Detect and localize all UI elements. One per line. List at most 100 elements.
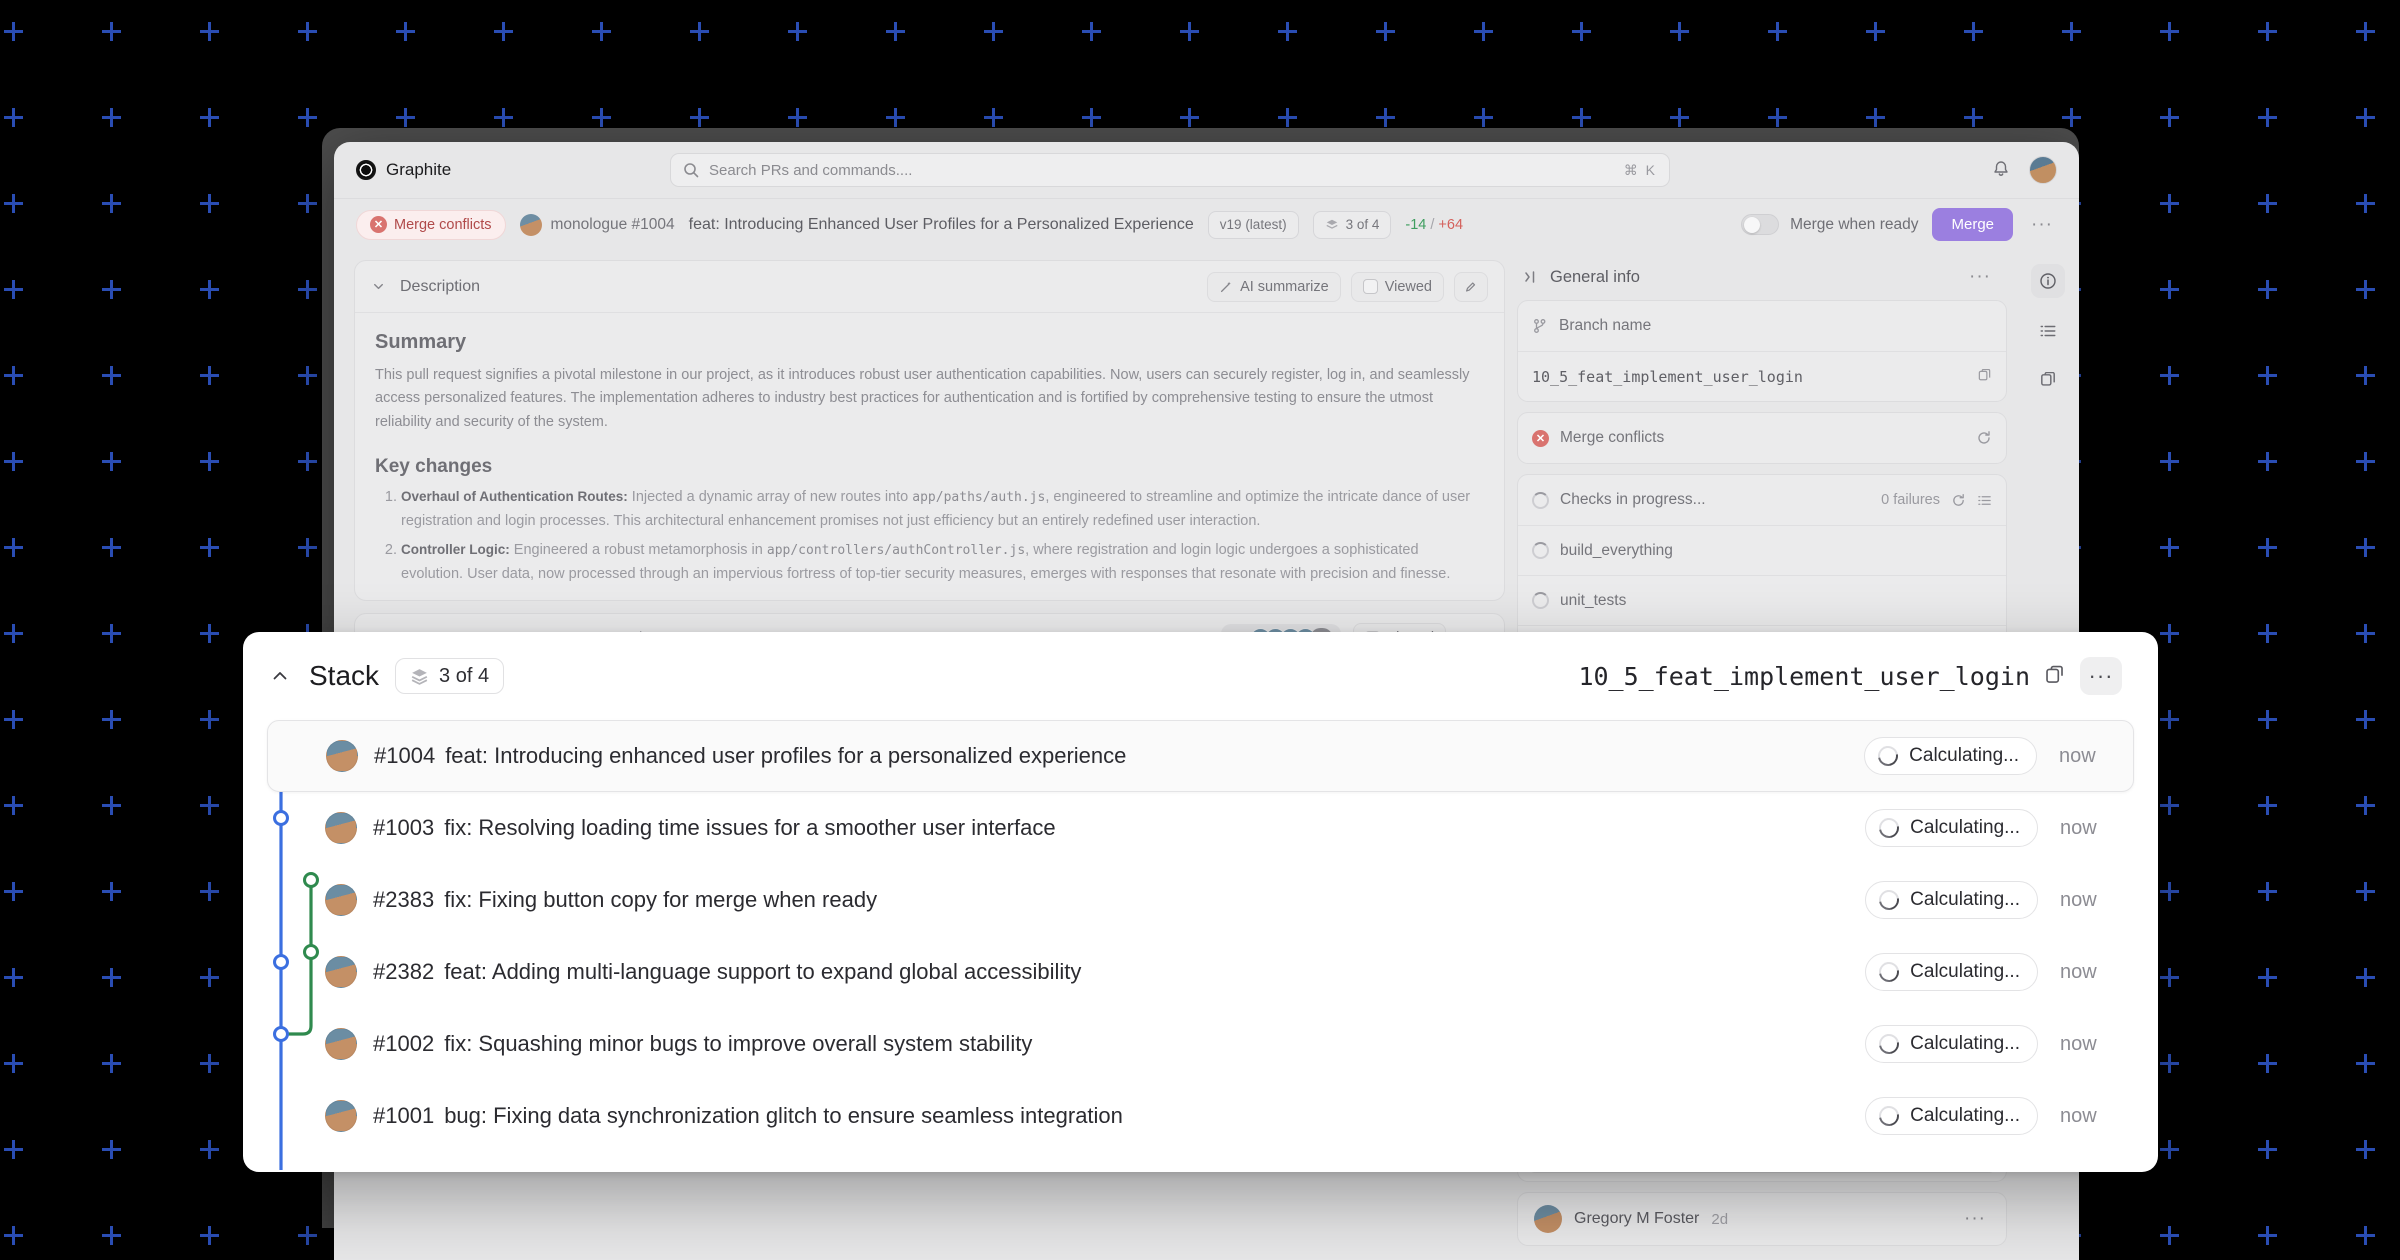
status-label: Calculating...	[1910, 889, 2020, 910]
sidebar-overflow-button[interactable]: ···	[1965, 266, 1995, 288]
info-circle-icon	[2040, 273, 2056, 289]
diff-separator: /	[1430, 216, 1435, 233]
pr-title: fix: Squashing minor bugs to improve ove…	[444, 1031, 1033, 1056]
viewed-label: Viewed	[1384, 278, 1432, 295]
timestamp: now	[2060, 888, 2097, 911]
merge-button[interactable]: Merge	[1932, 208, 2014, 241]
timestamp: now	[2060, 960, 2097, 983]
rail-info[interactable]	[2031, 264, 2065, 298]
branch-name-row: Branch name	[1518, 301, 2006, 351]
refresh-icon[interactable]	[1951, 493, 1966, 508]
stack-branch-name: 10_5_feat_implement_user_login	[1578, 661, 2030, 691]
stack-count-pill[interactable]: 3 of 4	[395, 658, 505, 694]
search-icon	[684, 163, 699, 178]
deletions: -14	[1405, 216, 1427, 233]
stack-row[interactable]: #2382 feat: Adding multi-language suppor…	[267, 936, 2134, 1008]
stack-row[interactable]: #1004 feat: Introducing enhanced user pr…	[267, 720, 2134, 792]
sidebar-title: General info	[1550, 267, 1640, 286]
pr-repo-label: monologue #1004	[550, 215, 675, 233]
search-placeholder: Search PRs and commands....	[709, 161, 913, 179]
status-badge[interactable]: Calculating...	[1865, 881, 2038, 919]
avatar	[326, 740, 358, 772]
status-label: Calculating...	[1910, 1105, 2020, 1126]
conflict-label: Merge conflicts	[394, 216, 492, 233]
spinner-icon	[1875, 1030, 1904, 1058]
description-body: Summary This pull request signifies a pi…	[355, 313, 1504, 600]
page-title: feat: Introducing Enhanced User Profiles…	[688, 215, 1194, 233]
version-pill[interactable]: v19 (latest)	[1207, 210, 1299, 239]
comment-overflow-button[interactable]: ···	[1960, 1208, 1990, 1230]
row-right: Calculating... now	[1865, 1097, 2118, 1135]
stack-position-pill[interactable]: 3 of 4	[1312, 210, 1392, 239]
branch-value-row[interactable]: 10_5_feat_implement_user_login	[1518, 351, 2006, 401]
checks-status-label: Checks in progress...	[1560, 491, 1706, 508]
key-change-title: Controller Logic:	[401, 542, 510, 558]
status-badge[interactable]: Calculating...	[1865, 1025, 2038, 1063]
refresh-icon	[1978, 431, 1990, 444]
merge-when-ready[interactable]: Merge when ready	[1741, 214, 1918, 235]
stack-row[interactable]: #1003 fix: Resolving loading time issues…	[267, 792, 2134, 864]
x-circle-icon: ✕	[370, 216, 387, 233]
topbar-right	[1991, 156, 2057, 184]
stack-row[interactable]: #1002 fix: Squashing minor bugs to impro…	[267, 1008, 2134, 1080]
spinner-icon	[1875, 886, 1904, 914]
branch-copy-button[interactable]	[1977, 369, 1992, 384]
check-item[interactable]: build_everything	[1518, 525, 2006, 575]
ai-summarize-button[interactable]: AI summarize	[1207, 271, 1341, 302]
pr-overflow-button[interactable]: ···	[2027, 214, 2057, 236]
version-label: v19 (latest)	[1219, 217, 1287, 232]
branch-name-label: Branch name	[1559, 317, 1652, 334]
key-change-item: Controller Logic: Engineered a robust me…	[401, 539, 1484, 586]
status-badge[interactable]: Calculating...	[1864, 737, 2037, 775]
stack-overflow-button[interactable]: ···	[2080, 657, 2122, 695]
merge-conflicts-row[interactable]: ✕ Merge conflicts	[1518, 413, 2006, 463]
top-bar: Graphite Search PRs and commands.... ⌘ K	[334, 142, 2079, 198]
status-badge[interactable]: Calculating...	[1865, 1097, 2038, 1135]
chevron-down-icon[interactable]	[371, 279, 386, 294]
status-label: Calculating...	[1910, 1033, 2020, 1054]
key-changes-heading: Key changes	[375, 456, 493, 478]
pr-number: #1002	[373, 1031, 435, 1056]
check-item[interactable]: unit_tests	[1518, 575, 2006, 625]
chevron-up-icon[interactable]	[267, 663, 293, 689]
list-icon[interactable]	[1977, 493, 1992, 508]
comment-card: Gregory M Foster 2d ···	[1517, 1192, 2007, 1246]
description-heading: Description	[400, 277, 481, 295]
pencil-icon	[1466, 281, 1476, 292]
graphite-logo-icon	[356, 160, 376, 180]
avatar[interactable]	[2029, 156, 2057, 184]
pr-repo[interactable]: monologue #1004	[519, 213, 675, 236]
status-badge[interactable]: Calculating...	[1865, 809, 2038, 847]
merge-conflicts-label: Merge conflicts	[1560, 429, 1665, 446]
rail-list[interactable]	[2031, 314, 2065, 348]
edit-description-button[interactable]	[1454, 271, 1488, 302]
panel-collapse-icon[interactable]	[1523, 269, 1539, 285]
avatar	[325, 1100, 357, 1132]
spinner-icon	[1532, 592, 1549, 609]
search-input[interactable]: Search PRs and commands.... ⌘ K	[670, 153, 1670, 187]
merge-when-ready-label: Merge when ready	[1790, 215, 1919, 233]
avatar	[325, 812, 357, 844]
rail-copy[interactable]	[2031, 364, 2065, 398]
merge-conflicts-refresh[interactable]	[1976, 430, 1992, 446]
viewed-toggle[interactable]: Viewed	[1350, 271, 1444, 302]
comment-author: Gregory M Foster	[1574, 1210, 1700, 1227]
copy-icon[interactable]	[2044, 665, 2066, 687]
pr-title: fix: Resolving loading time issues for a…	[444, 815, 1056, 840]
stack-modal-title: Stack	[309, 660, 380, 691]
checks-status-row[interactable]: Checks in progress... 0 failures	[1518, 475, 2006, 525]
bell-icon[interactable]	[1991, 160, 2011, 180]
stack-row[interactable]: #2383 fix: Fixing button copy for merge …	[267, 864, 2134, 936]
stack-modal-header: Stack 3 of 4 10_5_feat_implement_user_lo…	[243, 632, 2158, 720]
stack-row[interactable]: #1001 bug: Fixing data synchronization g…	[267, 1080, 2134, 1152]
pr-number: #1004	[374, 743, 436, 768]
summary-heading: Summary	[375, 331, 467, 353]
status-badge-merge-conflicts[interactable]: ✕ Merge conflicts	[356, 209, 506, 240]
status-badge[interactable]: Calculating...	[1865, 953, 2038, 991]
description-header: Description AI summarize Viewed	[355, 261, 1504, 313]
merge-conflicts-card: ✕ Merge conflicts	[1517, 412, 2007, 464]
merge-when-ready-toggle[interactable]	[1741, 214, 1780, 235]
key-change-pre: Engineered a robust metamorphosis in	[509, 542, 767, 559]
brand[interactable]: Graphite	[356, 160, 656, 180]
status-label: Calculating...	[1910, 961, 2020, 982]
